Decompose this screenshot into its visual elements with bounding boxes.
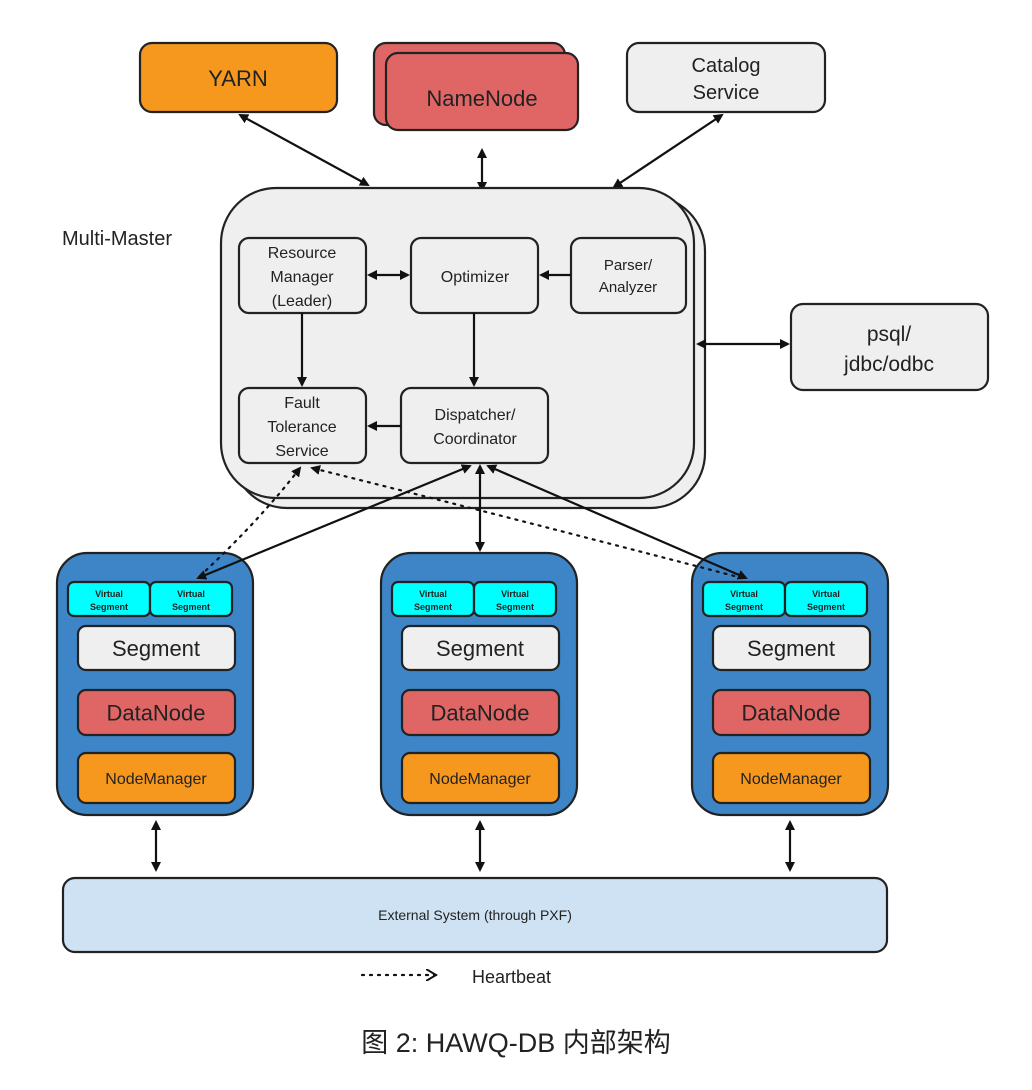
label: Segment [807,602,845,612]
virtual-segment: Virtual Segment [148,580,234,618]
nodemanager-label: NodeManager [740,771,842,788]
label: Virtual [812,589,840,599]
datanode-label: DataNode [106,700,205,725]
yarn-box: YARN [138,41,339,114]
catalog-master-arrow [612,113,724,189]
label: Service [275,443,328,460]
label: Manager [270,269,334,286]
label: Optimizer [441,269,510,286]
segment-host-2: Virtual Segment Virtual Segment Segment DataN… [379,551,579,817]
label: Resource [268,245,337,262]
label: Segment [414,602,452,612]
label: jdbc/odbc [843,353,934,376]
virtual-segment: Virtual Segment [783,580,869,618]
label: Virtual [177,589,205,599]
label: Dispatcher/ [435,407,516,424]
label: Virtual [419,589,447,599]
client-box: psql/ jdbc/odbc [789,302,990,392]
namenode-label: NameNode [426,86,537,111]
virtual-segment: Virtual Segment [472,580,558,618]
datanode-box: DataNode [400,688,561,737]
virtual-segment: Virtual Segment [701,580,787,618]
optimizer-box: Optimizer [409,236,540,315]
label: Virtual [730,589,758,599]
virtual-segment: Virtual Segment [390,580,476,618]
virtual-segment: Virtual Segment [66,580,152,618]
segment-label: Segment [747,636,835,661]
segment-label: Segment [436,636,524,661]
datanode-label: DataNode [430,700,529,725]
segment-label: Segment [112,636,200,661]
label: Parser/ [604,257,653,274]
heartbeat-legend-label: Heartbeat [472,967,551,987]
label: Segment [90,602,128,612]
segment-host-3: Virtual Segment Virtual Segment Segment DataN… [690,551,890,817]
datanode-box: DataNode [76,688,237,737]
segment-box: Segment [711,624,872,672]
external-system-box: External System (through PXF) [61,876,889,954]
label: Virtual [501,589,529,599]
nodemanager-box: NodeManager [400,751,561,805]
label: (Leader) [272,293,332,310]
label: Segment [172,602,210,612]
catalog-service-box: Catalog Service [625,41,827,114]
nodemanager-box: NodeManager [76,751,237,805]
namenode-box: NameNode [372,41,580,132]
yarn-master-arrow [238,114,370,186]
segment-box: Segment [400,624,561,672]
label: External System (through PXF) [378,907,572,923]
parser-analyzer-box: Parser/ Analyzer [569,236,688,315]
label: Segment [725,602,763,612]
segment-host-1: Virtual Segment Virtual Segment Segment DataN… [55,551,255,817]
nodemanager-label: NodeManager [429,771,531,788]
multi-master-label: Multi-Master [62,228,172,250]
dispatcher-coordinator-box: Dispatcher/ Coordinator [399,386,550,465]
label: Tolerance [267,419,336,436]
catalog-label: Service [693,82,760,104]
label: Segment [496,602,534,612]
figure-caption: 图 2: HAWQ-DB 内部架构 [361,1028,671,1058]
nodemanager-label: NodeManager [105,771,207,788]
datanode-box: DataNode [711,688,872,737]
segment-box: Segment [76,624,237,672]
resource-manager-box: Resource Manager (Leader) [237,236,368,315]
datanode-label: DataNode [741,700,840,725]
label: Coordinator [433,431,517,448]
hawq-architecture-diagram: YARN NameNode Catalog Service Multi-Mast… [55,41,990,1058]
label: psql/ [867,323,912,346]
catalog-label: Catalog [692,55,761,77]
fault-tolerance-box: Fault Tolerance Service [237,386,368,465]
label: Virtual [95,589,123,599]
nodemanager-box: NodeManager [711,751,872,805]
label: Analyzer [599,279,657,296]
yarn-label: YARN [208,66,268,91]
label: Fault [284,395,320,412]
